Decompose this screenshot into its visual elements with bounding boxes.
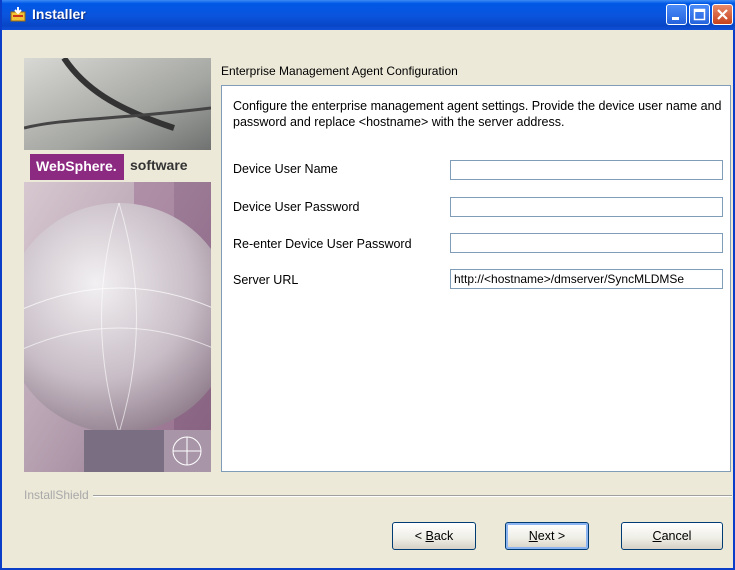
device-user-password-label: Device User Password <box>233 200 360 214</box>
back-button-prefix: < <box>414 529 426 543</box>
next-button-suffix: ext > <box>537 529 566 543</box>
websphere-logo: WebSphere. <box>36 158 117 174</box>
minimize-button[interactable] <box>666 4 687 25</box>
window-title: Installer <box>32 6 86 22</box>
cancel-button-mnemonic: C <box>652 529 662 543</box>
back-button-mnemonic: B <box>425 529 434 543</box>
websphere-side-banner: WebSphere. software <box>24 58 211 472</box>
title-bar[interactable]: Installer <box>2 0 735 30</box>
back-button-suffix: ack <box>433 529 454 543</box>
banner-artwork <box>24 58 211 472</box>
device-user-name-input[interactable] <box>450 160 723 180</box>
installshield-divider <box>92 495 732 497</box>
close-button[interactable] <box>712 4 733 25</box>
next-button-mnemonic: N <box>528 529 538 543</box>
server-url-input[interactable] <box>450 269 723 289</box>
page-description: Configure the enterprise management agen… <box>233 99 722 129</box>
installer-window: Installer WebSphere. software Enterprise… <box>0 0 735 570</box>
next-button[interactable]: Next > <box>505 522 589 550</box>
cancel-button[interactable]: Cancel <box>621 522 723 550</box>
close-icon <box>717 9 728 20</box>
minimize-icon <box>672 17 679 20</box>
reenter-password-input[interactable] <box>450 233 723 253</box>
server-url-label: Server URL <box>233 273 299 287</box>
installshield-label: InstallShield <box>24 488 93 502</box>
device-user-name-label: Device User Name <box>233 162 338 176</box>
maximize-button[interactable] <box>689 4 710 25</box>
device-user-password-input[interactable] <box>450 197 723 217</box>
page-title: Enterprise Management Agent Configuratio… <box>221 64 458 78</box>
websphere-software-label: software <box>130 157 188 173</box>
content-panel: Configure the enterprise management agen… <box>221 85 731 472</box>
maximize-icon <box>693 8 706 21</box>
back-button[interactable]: < Back <box>392 522 476 550</box>
cancel-button-suffix: ancel <box>661 529 692 543</box>
installer-app-icon <box>10 7 26 22</box>
reenter-password-label: Re-enter Device User Password <box>233 237 412 251</box>
